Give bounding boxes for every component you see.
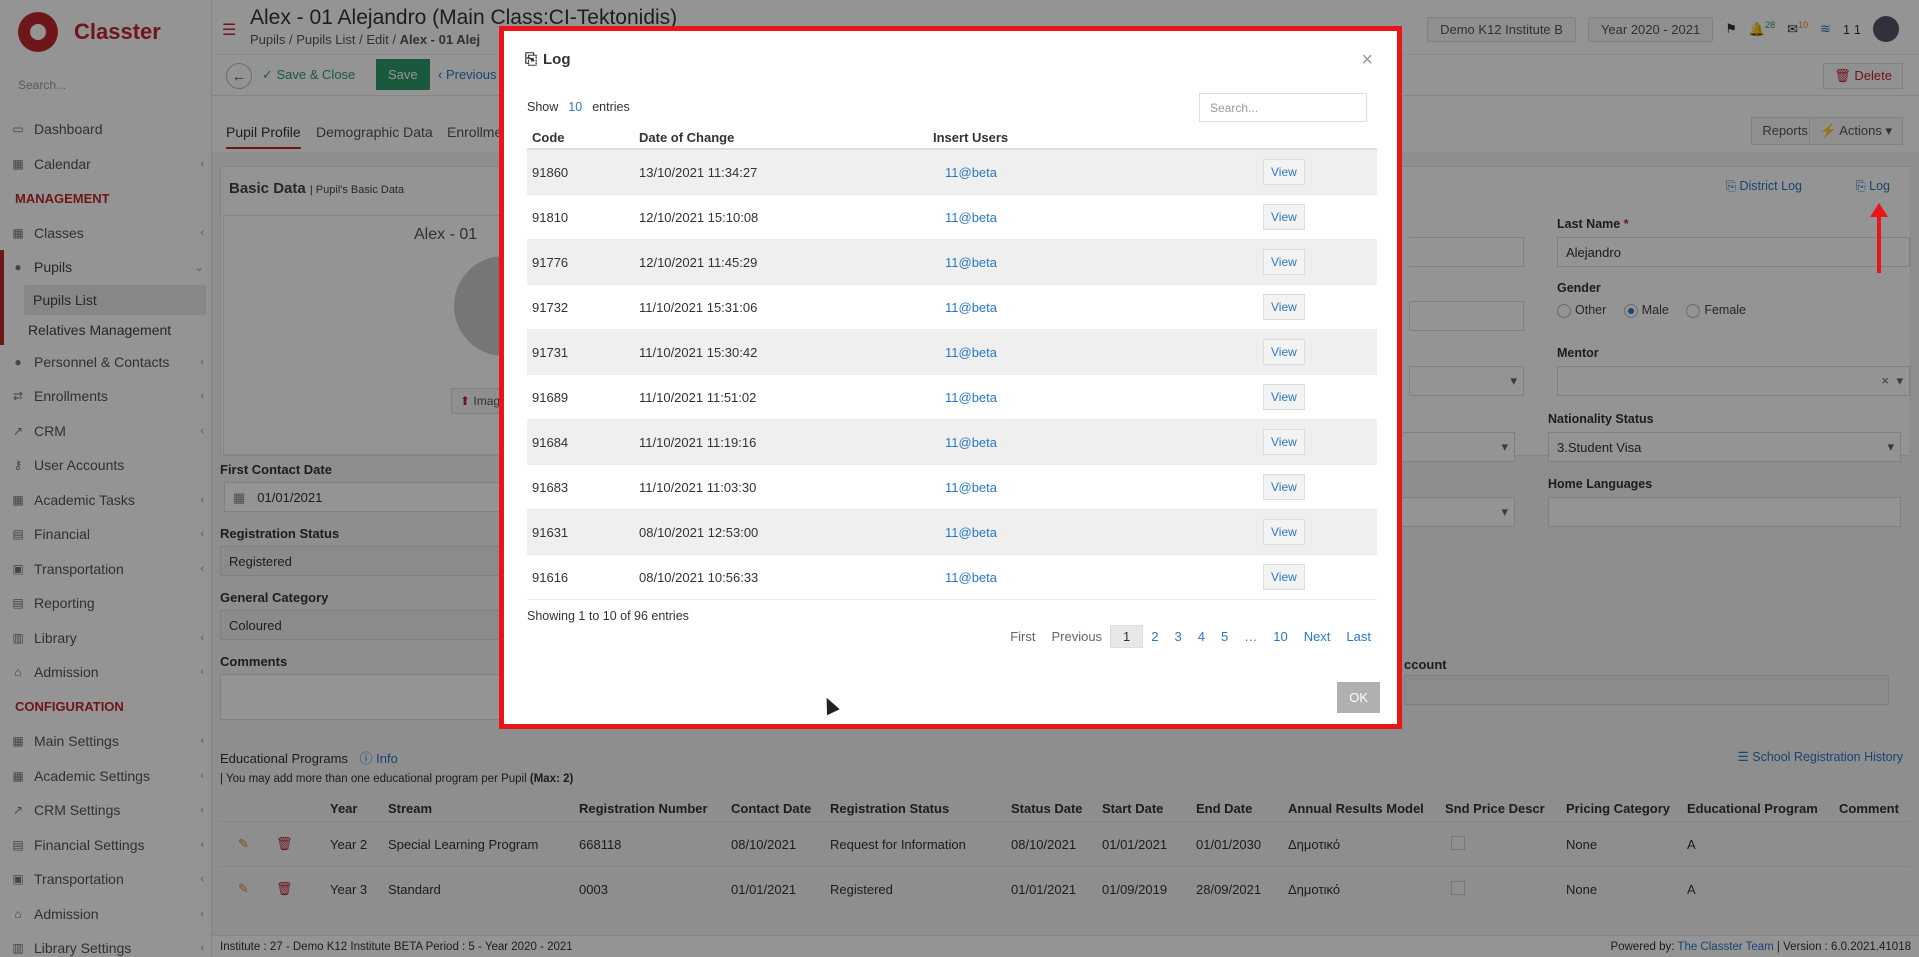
cell-code: 91631 [532,524,569,540]
page-last[interactable]: Last [1338,625,1379,648]
ok-button[interactable]: OK [1337,682,1380,713]
cell-user-link[interactable]: 11@beta [933,165,1263,180]
cell-code: 91616 [532,569,569,585]
table-row: 91810 12/10/2021 15:10:08 11@beta View [527,195,1377,240]
view-button[interactable]: View [1263,159,1305,185]
cell-user-link[interactable]: 11@beta [933,390,1263,405]
page-3[interactable]: 3 [1167,625,1190,648]
table-row: 91860 13/10/2021 11:34:27 11@beta View [527,150,1377,195]
page-10[interactable]: 10 [1265,625,1295,648]
annotation-arrow-icon [1870,203,1888,273]
cell-code: 91732 [532,299,569,315]
view-button[interactable]: View [1263,249,1305,275]
table-row: 91683 11/10/2021 11:03:30 11@beta View [527,465,1377,510]
log-modal: ⎘ Log × Show 10 entries Search... Code Date… [499,26,1402,729]
cell-date: 11/10/2021 15:31:06 [639,299,758,315]
cell-user-link[interactable]: 11@beta [933,525,1263,540]
cell-code: 91689 [532,389,569,405]
table-row: 91684 11/10/2021 11:19:16 11@beta View [527,420,1377,465]
cell-user-link[interactable]: 11@beta [933,480,1263,495]
cell-date: 11/10/2021 15:30:42 [639,344,758,360]
view-button[interactable]: View [1263,294,1305,320]
cell-user-link[interactable]: 11@beta [933,570,1263,585]
page-first[interactable]: First [1002,625,1043,648]
cell-date: 11/10/2021 11:51:02 [639,389,757,405]
cell-date: 08/10/2021 10:56:33 [639,569,759,585]
cell-user-link[interactable]: 11@beta [933,255,1263,270]
cell-code: 91776 [532,254,569,270]
table-header: Code Date of Change Insert Users [527,126,1377,150]
column-header-user[interactable]: Insert Users [933,130,1263,145]
cell-date: 11/10/2021 11:19:16 [639,434,757,450]
table-row: 91689 11/10/2021 11:51:02 11@beta View [527,375,1377,420]
cell-user-link[interactable]: 11@beta [933,435,1263,450]
cell-code: 91810 [532,209,569,225]
table-row: 91616 08/10/2021 10:56:33 11@beta View [527,555,1377,600]
view-button[interactable]: View [1263,474,1305,500]
cell-date: 13/10/2021 11:34:27 [639,164,758,180]
cell-date: 12/10/2021 15:10:08 [639,209,759,225]
page-1[interactable]: 1 [1110,625,1144,648]
view-button[interactable]: View [1263,204,1305,230]
entries-length-control: Show 10 entries [527,100,630,114]
view-button[interactable]: View [1263,339,1305,365]
cell-user-link[interactable]: 11@beta [933,345,1263,360]
cell-date: 12/10/2021 11:45:29 [639,254,758,270]
view-button[interactable]: View [1263,429,1305,455]
table-row: 91731 11/10/2021 15:30:42 11@beta View [527,330,1377,375]
cell-date: 08/10/2021 12:53:00 [639,524,759,540]
page-4[interactable]: 4 [1190,625,1213,648]
entries-length-select[interactable]: 10 [568,100,582,114]
table-row: 91631 08/10/2021 12:53:00 11@beta View [527,510,1377,555]
log-icon: ⎘ [525,51,538,68]
cell-user-link[interactable]: 11@beta [933,210,1263,225]
close-icon[interactable]: × [1361,49,1373,72]
cell-code: 91731 [532,344,569,360]
cell-date: 11/10/2021 11:03:30 [639,479,757,495]
view-button[interactable]: View [1263,519,1305,545]
column-header-date[interactable]: Date of Change [639,130,933,145]
page-ellipsis: … [1244,629,1258,644]
modal-search-input[interactable]: Search... [1199,93,1367,122]
page-5[interactable]: 5 [1213,625,1236,648]
cell-user-link[interactable]: 11@beta [933,300,1263,315]
table-row: 91732 11/10/2021 15:31:06 11@beta View [527,285,1377,330]
page-2[interactable]: 2 [1143,625,1166,648]
page-next[interactable]: Next [1296,625,1339,648]
column-header-code[interactable]: Code [527,130,639,145]
cell-code: 91683 [532,479,569,495]
modal-title: ⎘ Log [525,51,571,68]
view-button[interactable]: View [1263,564,1305,590]
pagination: First Previous 1 2 3 4 5 … 10 Next Last [1002,625,1379,648]
table-info: Showing 1 to 10 of 96 entries [527,609,689,623]
page-previous[interactable]: Previous [1043,625,1110,648]
cell-code: 91684 [532,434,569,450]
log-table: Code Date of Change Insert Users 91860 13… [527,126,1377,600]
cell-code: 91860 [532,164,569,180]
table-row: 91776 12/10/2021 11:45:29 11@beta View [527,240,1377,285]
view-button[interactable]: View [1263,384,1305,410]
